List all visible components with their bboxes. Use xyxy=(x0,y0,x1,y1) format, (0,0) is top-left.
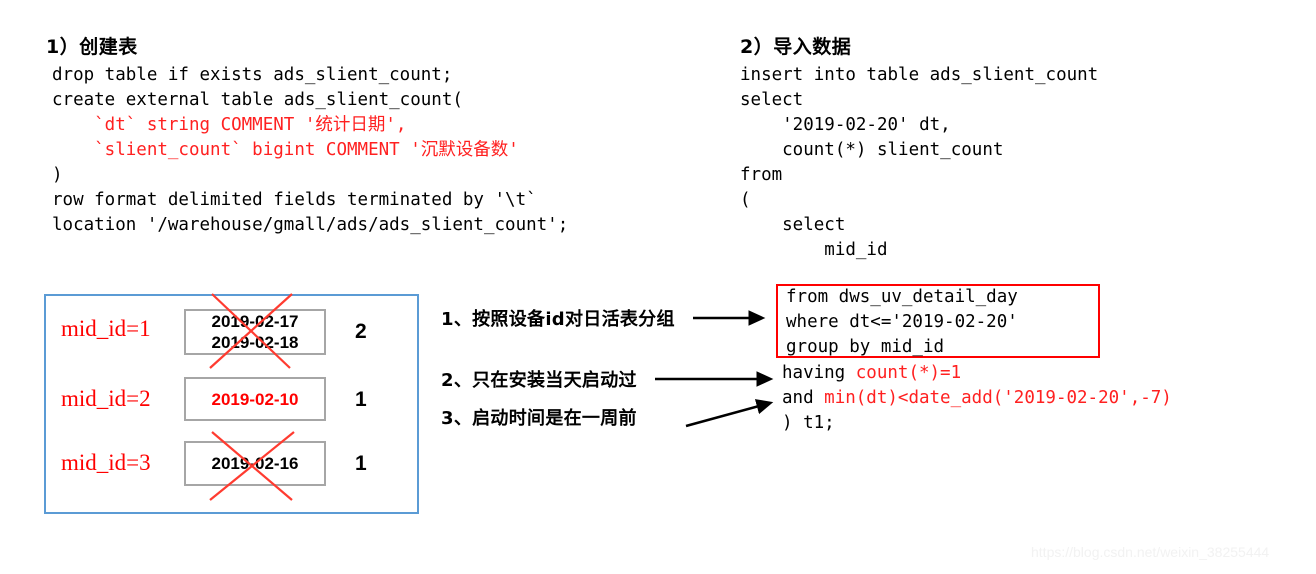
insert-data-line-1: insert into table ads_slient_count xyxy=(740,65,1099,85)
insert-data-line-8: mid_id xyxy=(740,240,888,260)
create-table-line-4: `slient_count` bigint COMMENT '沉默设备数' xyxy=(52,140,519,160)
note-3: 3、启动时间是在一周前 xyxy=(441,408,637,429)
grouping-line-3: group by mid_id xyxy=(786,337,945,357)
create-table-line-3: `dt` string COMMENT '统计日期', xyxy=(52,115,407,135)
insert-data-code-block: insert into table ads_slient_countselect… xyxy=(740,63,1098,263)
create-table-line-6: row format delimited fields terminated b… xyxy=(52,190,537,210)
diagram-count-3: 1 xyxy=(355,452,367,475)
insert-data-line-3: '2019-02-20' dt, xyxy=(740,115,951,135)
create-table-code-block: drop table if exists ads_slient_count;cr… xyxy=(52,63,568,238)
having-line-1: having count(*)=1 xyxy=(782,363,962,383)
create-table-line-7: location '/warehouse/gmall/ads/ads_slien… xyxy=(52,215,569,235)
diagram-row-label-2: mid_id=2 xyxy=(61,386,151,411)
diagram-date-box-1: 2019-02-17 2019-02-18 xyxy=(184,309,326,355)
note-1: 1、按照设备id对日活表分组 xyxy=(441,309,675,330)
insert-data-line-5: from xyxy=(740,165,783,185)
left-section-title: 1）创建表 xyxy=(46,36,138,58)
having-sql-lines: having count(*)=1 and min(dt)<date_add('2… xyxy=(782,361,1172,436)
note-2: 2、只在安装当天启动过 xyxy=(441,370,637,391)
diagram-row-label-3: mid_id=3 xyxy=(61,450,151,475)
create-table-line-2: create external table ads_slient_count( xyxy=(52,90,463,110)
insert-data-line-6: ( xyxy=(740,190,751,210)
insert-data-line-2: select xyxy=(740,90,804,110)
diagram-date-1-1: 2019-02-18 xyxy=(211,333,299,352)
create-table-line-1: drop table if exists ads_slient_count; xyxy=(52,65,453,85)
diagram-date-box-2: 2019-02-10 xyxy=(184,377,326,421)
grouping-line-2: where dt<='2019-02-20' xyxy=(786,312,1018,332)
having-line-2: and min(dt)<date_add('2019-02-20',-7) xyxy=(782,388,1172,408)
diagram-date-box-3: 2019-02-16 xyxy=(184,441,326,486)
create-table-line-5: ) xyxy=(52,165,63,185)
insert-data-line-7: select xyxy=(740,215,846,235)
diagram-count-2: 1 xyxy=(355,388,367,411)
diagram-row-label-1: mid_id=1 xyxy=(61,316,151,341)
diagram-count-1: 2 xyxy=(355,320,367,343)
arrow-note-3 xyxy=(685,399,774,428)
diagram-date-3-0: 2019-02-16 xyxy=(211,454,299,473)
diagram-date-2-0: 2019-02-10 xyxy=(211,389,299,409)
diagram-date-1-0: 2019-02-17 xyxy=(211,312,299,331)
slide-canvas: 1）创建表 drop table if exists ads_slient_co… xyxy=(0,0,1316,574)
right-section-title: 2）导入数据 xyxy=(740,36,852,58)
grouping-line-1: from dws_uv_detail_day xyxy=(786,287,1018,307)
watermark-text: https://blog.csdn.net/weixin_38255444 xyxy=(1031,544,1270,560)
grouping-sql-lines: from dws_uv_detail_daywhere dt<='2019-02… xyxy=(786,285,1018,360)
insert-data-line-4: count(*) slient_count xyxy=(740,140,1004,160)
having-line-3: ) t1; xyxy=(782,413,835,433)
